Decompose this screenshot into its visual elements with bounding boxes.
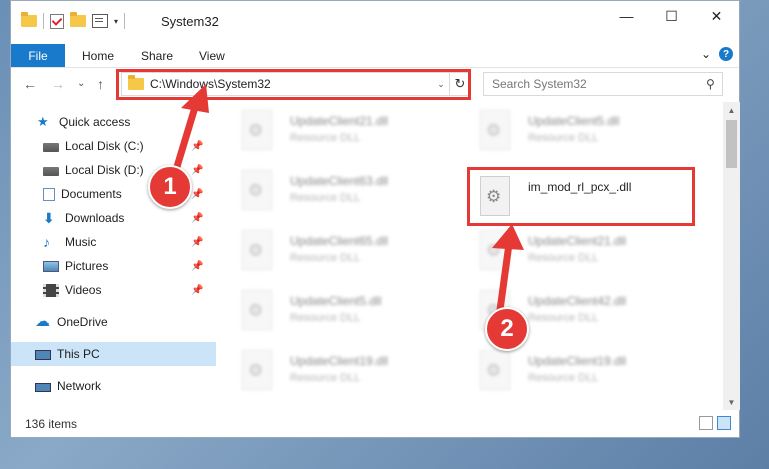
- step-2-badge: 2: [485, 307, 529, 351]
- arrow-to-file: [496, 240, 513, 314]
- arrow-to-address-bar: [172, 100, 200, 174]
- arrow-head-address: [181, 84, 209, 113]
- annotation-arrows: [172, 84, 524, 314]
- step-1-badge: 1: [148, 165, 192, 209]
- arrow-head-file: [492, 224, 524, 250]
